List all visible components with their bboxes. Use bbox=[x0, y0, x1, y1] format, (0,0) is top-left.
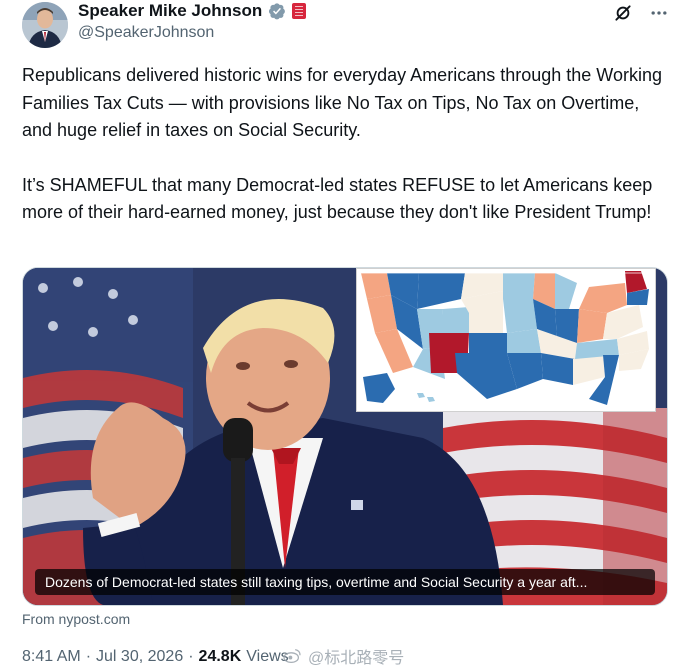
tweet-paragraph-1: Republicans delivered historic wins for … bbox=[22, 65, 662, 140]
weibo-logo-icon bbox=[283, 648, 301, 664]
grok-icon[interactable] bbox=[612, 2, 634, 24]
tweet: Speaker Mike Johnson @SpeakerJohnson Rep… bbox=[0, 0, 690, 672]
link-card-image[interactable]: Dozens of Democrat-led states still taxi… bbox=[22, 267, 668, 606]
tweet-paragraph-2: It’s SHAMEFUL that many Democrat-led sta… bbox=[22, 174, 653, 223]
display-name[interactable]: Speaker Mike Johnson bbox=[78, 1, 262, 21]
watermark-text: @标北路零号 bbox=[308, 650, 405, 667]
watermark: @标北路零号 bbox=[282, 644, 404, 668]
tweet-time[interactable]: 8:41 AM bbox=[22, 648, 81, 666]
header-actions bbox=[612, 2, 670, 24]
meta-separator: · bbox=[85, 648, 92, 665]
flag-badge-icon bbox=[292, 3, 307, 19]
author-name-row: Speaker Mike Johnson bbox=[78, 0, 307, 22]
avatar[interactable] bbox=[22, 2, 68, 48]
state-tax-map bbox=[356, 268, 656, 412]
tweet-date[interactable]: Jul 30, 2026 bbox=[96, 648, 183, 666]
card-caption[interactable]: Dozens of Democrat-led states still taxi… bbox=[35, 569, 655, 595]
views-count: 24.8K bbox=[198, 648, 242, 665]
verified-badge-icon bbox=[269, 3, 286, 20]
meta-separator-2: · bbox=[188, 648, 194, 665]
card-source[interactable]: From nypost.com bbox=[22, 611, 130, 627]
tweet-text: Republicans delivered historic wins for … bbox=[22, 62, 668, 254]
author-handle[interactable]: @SpeakerJohnson bbox=[78, 24, 214, 42]
more-icon[interactable] bbox=[648, 2, 670, 24]
tweet-meta: 8:41 AM · Jul 30, 2026 · 24.8K Views bbox=[22, 648, 289, 666]
